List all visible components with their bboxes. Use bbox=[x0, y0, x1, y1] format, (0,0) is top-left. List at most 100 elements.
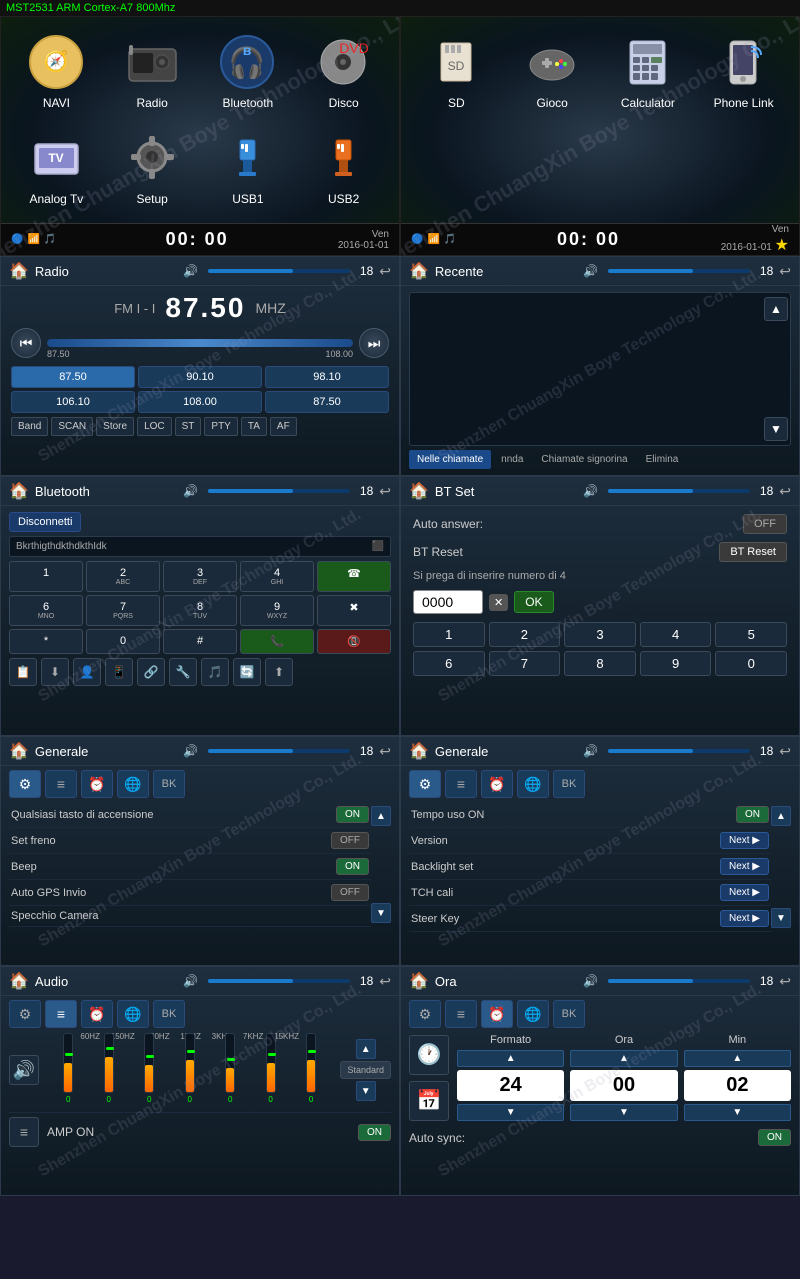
preset-4[interactable]: 108.00 bbox=[138, 391, 262, 413]
gen2-scroll-up[interactable]: ▲ bbox=[771, 806, 791, 826]
bt-action-4[interactable]: 📱 bbox=[105, 658, 133, 686]
ora-tab-eq[interactable]: ≡ bbox=[445, 1000, 477, 1028]
btset-reset-btn[interactable]: BT Reset bbox=[719, 542, 787, 562]
ora-up[interactable]: ▲ bbox=[570, 1050, 677, 1067]
gen1-ctrl-2[interactable]: ON bbox=[336, 858, 369, 875]
ora-dn[interactable]: ▼ bbox=[570, 1104, 677, 1121]
radio-vol-bar[interactable] bbox=[208, 269, 350, 273]
tab-chiamate-signorina[interactable]: Chiamate signorina bbox=[533, 450, 635, 469]
bt-action-2[interactable]: ⬇ bbox=[41, 658, 69, 686]
gen1-tab-gear[interactable]: ⚙ bbox=[9, 770, 41, 798]
app-navi[interactable]: 🧭 NAVI bbox=[11, 32, 102, 123]
gen2-back-icon[interactable]: ↩ bbox=[779, 743, 791, 760]
gen1-tab-bk[interactable]: BK bbox=[153, 770, 185, 798]
audio-tab-bk[interactable]: BK bbox=[153, 1000, 185, 1028]
bt-key-0[interactable]: 0 bbox=[86, 629, 160, 654]
btset-num-0[interactable]: 0 bbox=[715, 651, 787, 676]
preset-0[interactable]: 87.50 bbox=[11, 366, 135, 388]
app-radio[interactable]: Radio bbox=[107, 32, 198, 123]
bt-action-7[interactable]: 🎵 bbox=[201, 658, 229, 686]
audio-tab-eq[interactable]: ≡ bbox=[45, 1000, 77, 1028]
ora-calendar-icon[interactable]: 📅 bbox=[409, 1081, 449, 1121]
min-up[interactable]: ▲ bbox=[684, 1050, 791, 1067]
ora-clock-icon[interactable]: 🕐 bbox=[409, 1035, 449, 1075]
btset-num-3[interactable]: 3 bbox=[564, 622, 636, 647]
radio-back-icon[interactable]: ↩ bbox=[379, 263, 391, 280]
gen2-vol-bar[interactable] bbox=[608, 749, 750, 753]
btset-num-6[interactable]: 6 bbox=[413, 651, 485, 676]
amp-toggle[interactable]: ON bbox=[358, 1124, 391, 1141]
gen1-back-icon[interactable]: ↩ bbox=[379, 743, 391, 760]
btset-vol-bar[interactable] bbox=[608, 489, 750, 493]
bt-call-btn[interactable]: ☎ bbox=[317, 561, 391, 592]
gen1-ctrl-0[interactable]: ON bbox=[336, 806, 369, 823]
ora-back-icon[interactable]: ↩ bbox=[779, 973, 791, 990]
radio-track[interactable]: 87.50 108.00 bbox=[47, 339, 353, 347]
gen1-vol-bar[interactable] bbox=[208, 749, 350, 753]
bt-green-call[interactable]: 📞 bbox=[240, 629, 314, 654]
recente-vol-bar[interactable] bbox=[608, 269, 750, 273]
gen2-tab-bk[interactable]: BK bbox=[553, 770, 585, 798]
ctrl-ta[interactable]: TA bbox=[241, 417, 267, 436]
gen1-ctrl-3[interactable]: OFF bbox=[331, 884, 369, 901]
ctrl-store[interactable]: Store bbox=[96, 417, 134, 436]
btset-ok-btn[interactable]: OK bbox=[514, 591, 553, 613]
formato-up[interactable]: ▲ bbox=[457, 1050, 564, 1067]
bt-action-5[interactable]: 🔗 bbox=[137, 658, 165, 686]
gen1-ctrl-1[interactable]: OFF bbox=[331, 832, 369, 849]
ctrl-scan[interactable]: SCAN bbox=[51, 417, 93, 436]
bt-action-6[interactable]: 🔧 bbox=[169, 658, 197, 686]
gen2-tab-gear[interactable]: ⚙ bbox=[409, 770, 441, 798]
btset-num-8[interactable]: 8 bbox=[564, 651, 636, 676]
eq-bar-5[interactable]: 0 bbox=[266, 1028, 276, 1108]
preset-1[interactable]: 90.10 bbox=[138, 366, 262, 388]
app-disco[interactable]: DVD Disco bbox=[298, 32, 389, 123]
ctrl-af[interactable]: AF bbox=[270, 417, 297, 436]
btset-num-9[interactable]: 9 bbox=[640, 651, 712, 676]
ora-tab-globe[interactable]: 🌐 bbox=[517, 1000, 549, 1028]
app-usb2[interactable]: USB2 bbox=[298, 128, 389, 219]
audio-tab-clock[interactable]: ⏰ bbox=[81, 1000, 113, 1028]
gen2-tab-globe[interactable]: 🌐 bbox=[517, 770, 549, 798]
bt-vol-bar[interactable] bbox=[208, 489, 350, 493]
btset-back-icon[interactable]: ↩ bbox=[779, 483, 791, 500]
gen1-tab-clock[interactable]: ⏰ bbox=[81, 770, 113, 798]
scroll-up-btn[interactable]: ▲ bbox=[764, 297, 788, 321]
audio-vol-bar[interactable] bbox=[208, 979, 350, 983]
ora-vol-bar[interactable] bbox=[608, 979, 750, 983]
bt-key-7[interactable]: 7PQRS bbox=[86, 595, 160, 626]
bt-disconnect-btn[interactable]: Disconnetti bbox=[9, 512, 81, 532]
bt-key-2[interactable]: 2ABC bbox=[86, 561, 160, 592]
app-setup[interactable]: Setup bbox=[107, 128, 198, 219]
bt-action-3[interactable]: 👤 bbox=[73, 658, 101, 686]
bt-key-hash[interactable]: # bbox=[163, 629, 237, 654]
gen1-tab-eq[interactable]: ≡ bbox=[45, 770, 77, 798]
audio-dn-arrow[interactable]: ▼ bbox=[356, 1081, 376, 1101]
gen1-scroll-up[interactable]: ▲ bbox=[371, 806, 391, 826]
audio-tab-globe[interactable]: 🌐 bbox=[117, 1000, 149, 1028]
standard-preset-btn[interactable]: Standard bbox=[340, 1061, 391, 1079]
radio-prev-btn[interactable]: ⏮ bbox=[11, 328, 41, 358]
bt-key-1[interactable]: 1 bbox=[9, 561, 83, 592]
gen2-next-4[interactable]: Next ▶ bbox=[720, 910, 769, 927]
tab-nnda[interactable]: nnda bbox=[493, 450, 531, 469]
btset-num-5[interactable]: 5 bbox=[715, 622, 787, 647]
gen2-next-1[interactable]: Next ▶ bbox=[720, 832, 769, 849]
btset-num-4[interactable]: 4 bbox=[640, 622, 712, 647]
app-bluetooth[interactable]: 🎧 ʙ Bluetooth bbox=[203, 32, 294, 123]
eq-bar-1[interactable]: 0 bbox=[104, 1028, 114, 1108]
gen2-scroll-down[interactable]: ▼ bbox=[771, 908, 791, 928]
ctrl-loc[interactable]: LOC bbox=[137, 417, 172, 436]
audio-back-icon[interactable]: ↩ bbox=[379, 973, 391, 990]
app-calculator[interactable]: Calculator bbox=[603, 32, 694, 218]
bt-key-star[interactable]: ✖ bbox=[317, 595, 391, 626]
app-sd[interactable]: SD SD bbox=[411, 32, 502, 218]
bt-key-3[interactable]: 3DEF bbox=[163, 561, 237, 592]
preset-5[interactable]: 87.50 bbox=[265, 391, 389, 413]
formato-dn[interactable]: ▼ bbox=[457, 1104, 564, 1121]
gen1-tab-globe[interactable]: 🌐 bbox=[117, 770, 149, 798]
gen2-tab-eq[interactable]: ≡ bbox=[445, 770, 477, 798]
eq-bar-3[interactable]: 0 bbox=[185, 1028, 195, 1108]
preset-3[interactable]: 106.10 bbox=[11, 391, 135, 413]
btset-clear-icon[interactable]: ✕ bbox=[489, 594, 508, 611]
